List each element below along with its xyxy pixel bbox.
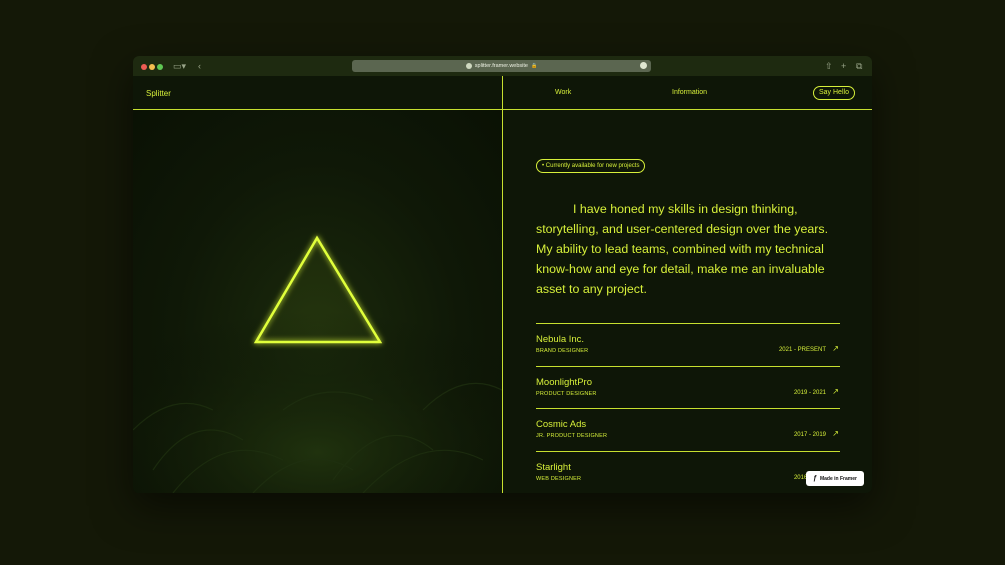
tabs-icon[interactable]: ⧉ [856,59,862,73]
arrow-up-right-icon[interactable]: ↗ [832,387,839,396]
job-role: JR. PRODUCT DESIGNER [536,433,608,439]
job-years: 2021 - PRESENT [778,347,826,353]
experience-item[interactable]: MoonlightPro PRODUCT DESIGNER 2019 - 202… [536,365,840,409]
site-favicon-icon [465,63,472,69]
plus-icon[interactable]: + [841,59,846,73]
nav-work-link[interactable]: Work [555,89,571,96]
nav-information-link[interactable]: Information [672,89,707,96]
lock-icon: 🔒 [530,63,538,69]
minimize-window-button[interactable] [149,64,155,70]
made-in-framer-label: Made in Framer [819,475,857,482]
hero-image [133,110,502,493]
availability-badge: • Currently available for new projects [536,159,646,173]
share-icon[interactable]: ⇧ [825,59,833,73]
address-bar[interactable]: splitter.framer.website 🔒 [352,60,651,72]
browser-toolbar: ▭▾ ‹ splitter.framer.website 🔒 ⇧ + ⧉ [133,56,872,77]
browser-window: ▭▾ ‹ splitter.framer.website 🔒 ⇧ + ⧉ Spl… [133,56,872,493]
say-hello-button[interactable]: Say Hello [813,86,855,100]
job-role: PRODUCT DESIGNER [536,390,597,397]
job-years: 2017 - 2019 [793,432,826,438]
web-page: Splitter Work Information Say Hello • Cu… [133,76,872,493]
framer-logo-icon: ƒ [813,475,817,482]
company-name: Cosmic Ads [536,419,587,430]
arrow-up-right-icon[interactable]: ↗ [832,344,839,353]
company-name: Starlight [536,461,571,473]
company-name: Nebula Inc. [536,334,585,345]
close-window-button[interactable] [141,64,147,70]
chevron-left-icon[interactable]: ‹ [198,59,201,73]
made-in-framer-badge[interactable]: ƒ Made in Framer [806,471,864,486]
experience-list: Nebula Inc. BRAND DESIGNER 2021 - PRESEN… [536,323,840,493]
column-divider [502,76,503,493]
job-role: BRAND DESIGNER [536,348,589,354]
experience-item[interactable]: Starlight WEB DESIGNER 2016 - 2017 ↗ [536,450,840,494]
maximize-window-button[interactable] [157,64,163,70]
url-text: splitter.framer.website [474,63,528,69]
sidebar-icon[interactable]: ▭▾ [173,59,186,73]
refresh-icon[interactable] [640,62,647,69]
brand-logo[interactable]: Splitter [146,89,171,98]
neon-triangle-illustration [133,235,502,493]
intro-paragraph: I have honed my skills in design thinkin… [536,202,829,296]
job-years: 2019 - 2021 [793,389,826,396]
experience-item[interactable]: Cosmic Ads JR. PRODUCT DESIGNER 2017 - 2… [536,408,840,451]
company-name: MoonlightPro [536,376,592,388]
job-role: WEB DESIGNER [536,475,582,482]
arrow-up-right-icon[interactable]: ↗ [832,429,839,438]
experience-item[interactable]: Nebula Inc. BRAND DESIGNER 2021 - PRESEN… [536,323,840,366]
